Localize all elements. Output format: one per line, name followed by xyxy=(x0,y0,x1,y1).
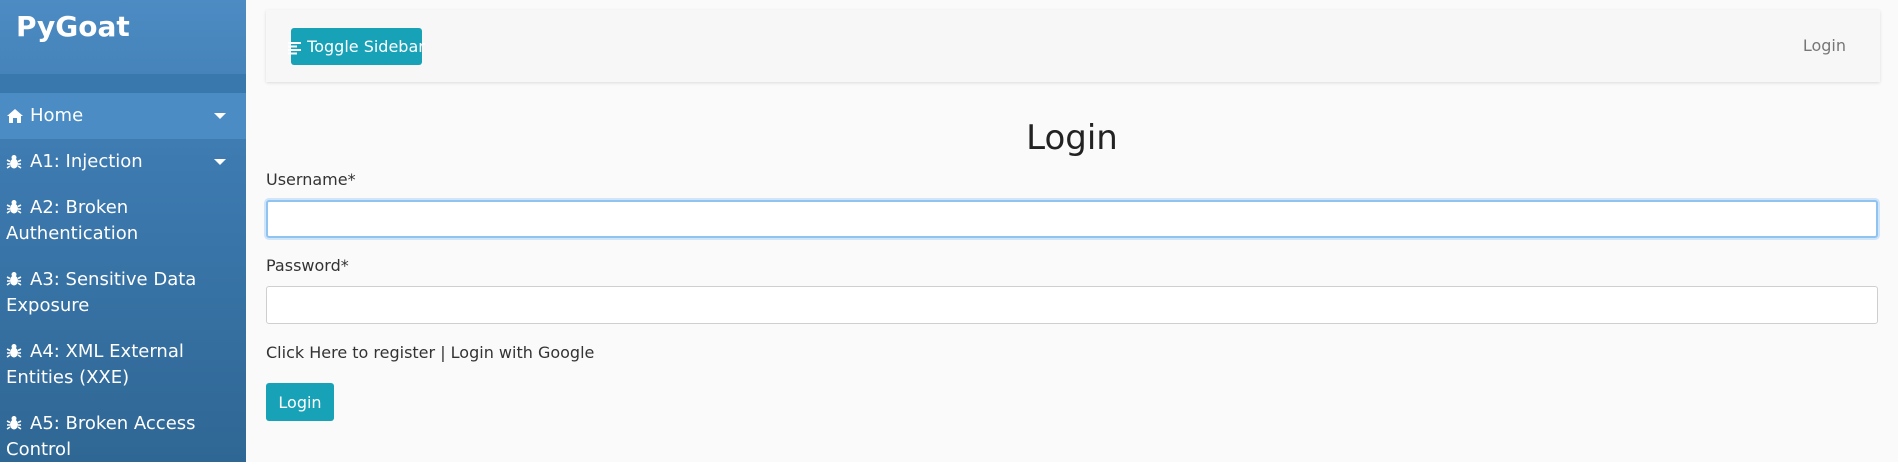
login-submit-button[interactable]: Login xyxy=(266,383,334,421)
bug-icon xyxy=(6,271,26,287)
sidebar-item-text: A3: Sensitive Data Exposure xyxy=(6,269,197,316)
top-navbar: Toggle Sidebar Login xyxy=(266,10,1880,82)
password-label: Password* xyxy=(266,256,349,275)
brand-title[interactable]: PyGoat xyxy=(0,0,246,74)
password-input[interactable] xyxy=(266,286,1878,324)
register-link[interactable]: Click Here to register xyxy=(266,343,435,362)
sidebar: PyGoat Home A1: Injection A2: Broken Aut… xyxy=(0,0,246,462)
sidebar-item-broken-access-control[interactable]: A5: Broken Access Control xyxy=(0,401,246,462)
sidebar-item-injection[interactable]: A1: Injection xyxy=(0,139,246,185)
auth-links: Click Here to register | Login with Goog… xyxy=(266,343,594,362)
sidebar-item-text: A5: Broken Access Control xyxy=(6,413,196,460)
sidebar-divider xyxy=(0,74,246,93)
bug-icon xyxy=(6,415,26,431)
google-login-link[interactable]: Login with Google xyxy=(451,343,595,362)
align-left-icon xyxy=(288,40,302,54)
bug-icon xyxy=(6,199,26,215)
username-input[interactable] xyxy=(266,200,1878,238)
sidebar-item-xxe[interactable]: A4: XML External Entities (XXE) xyxy=(0,329,246,401)
sidebar-item-label: A5: Broken Access Control xyxy=(6,411,216,462)
username-label: Username* xyxy=(266,170,356,189)
bug-icon xyxy=(6,154,26,170)
page-title: Login xyxy=(1026,118,1118,158)
link-separator: | xyxy=(440,343,446,362)
sidebar-item-label: A2: Broken Authentication xyxy=(6,195,216,247)
navbar-login-link[interactable]: Login xyxy=(1803,36,1846,55)
sidebar-item-label: Home xyxy=(30,105,84,126)
sidebar-item-sensitive-data-exposure[interactable]: A3: Sensitive Data Exposure xyxy=(0,257,246,329)
sidebar-item-label: A4: XML External Entities (XXE) xyxy=(6,339,216,391)
sidebar-item-home[interactable]: Home xyxy=(0,93,246,139)
sidebar-item-text: A4: XML External Entities (XXE) xyxy=(6,341,184,388)
main-content: Toggle Sidebar Login Login Username* Pas… xyxy=(246,0,1898,462)
caret-down-icon xyxy=(214,159,226,165)
sidebar-item-label: A1: Injection xyxy=(30,151,143,172)
sidebar-item-label: A3: Sensitive Data Exposure xyxy=(6,267,216,319)
sidebar-item-broken-authentication[interactable]: A2: Broken Authentication xyxy=(0,185,246,257)
toggle-sidebar-button[interactable]: Toggle Sidebar xyxy=(288,28,425,65)
home-icon xyxy=(6,108,26,124)
caret-down-icon xyxy=(214,113,226,119)
toggle-sidebar-label: Toggle Sidebar xyxy=(307,37,425,56)
bug-icon xyxy=(6,343,26,359)
app-root: PyGoat Home A1: Injection A2: Broken Aut… xyxy=(0,0,1898,462)
